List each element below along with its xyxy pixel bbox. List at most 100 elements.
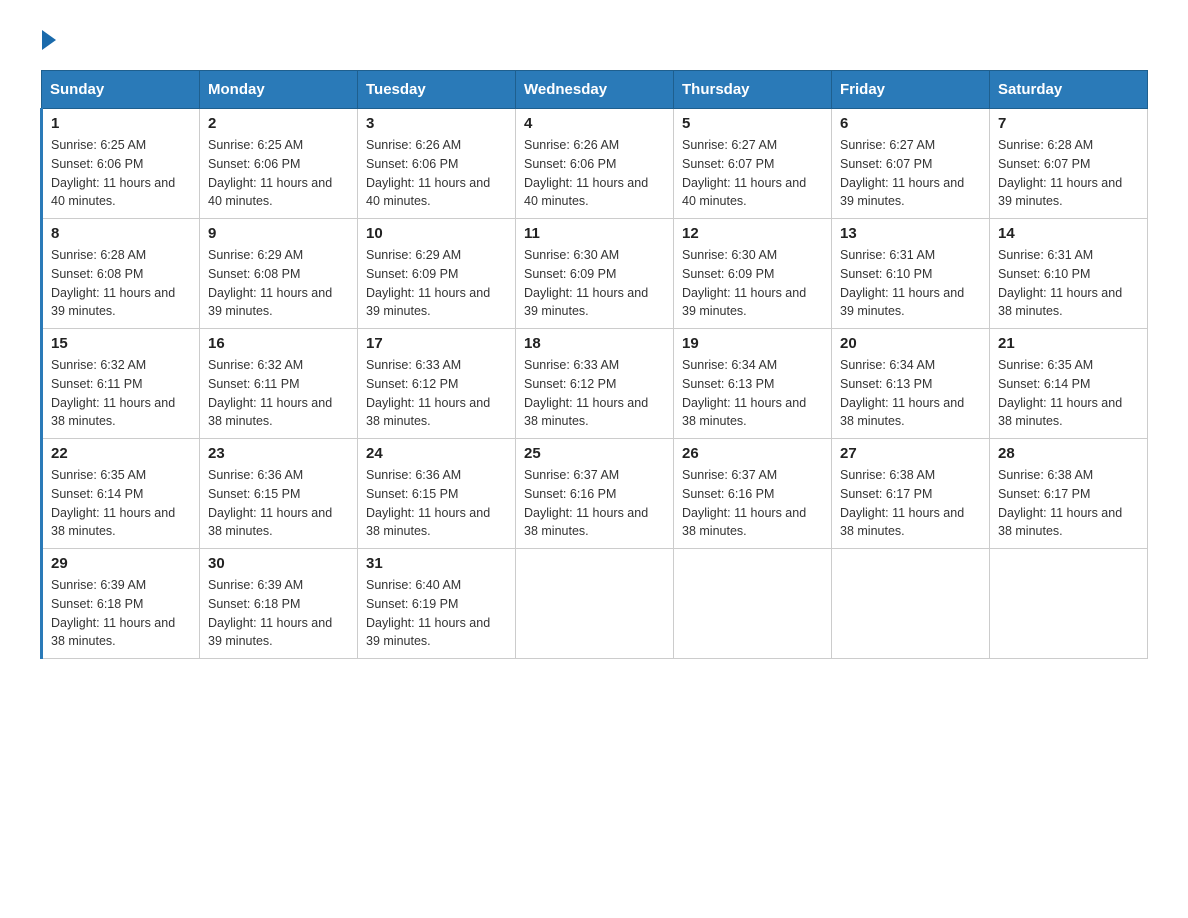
calendar-cell: 18 Sunrise: 6:33 AMSunset: 6:12 PMDayligh… [516,329,674,439]
day-number: 9 [208,225,349,242]
day-number: 13 [840,225,981,242]
weekday-header-wednesday: Wednesday [516,71,674,109]
calendar-cell: 28 Sunrise: 6:38 AMSunset: 6:17 PMDayligh… [990,439,1148,549]
calendar-cell: 12 Sunrise: 6:30 AMSunset: 6:09 PMDayligh… [674,219,832,329]
day-info: Sunrise: 6:39 AMSunset: 6:18 PMDaylight:… [51,576,191,651]
day-number: 8 [51,225,191,242]
day-number: 22 [51,445,191,462]
day-info: Sunrise: 6:26 AMSunset: 6:06 PMDaylight:… [366,136,507,211]
day-number: 5 [682,115,823,132]
calendar-week-row: 22 Sunrise: 6:35 AMSunset: 6:14 PMDayligh… [42,439,1148,549]
calendar-cell: 10Sunrise: 6:29 AMSunset: 6:09 PMDayligh… [358,219,516,329]
day-info: Sunrise: 6:38 AMSunset: 6:17 PMDaylight:… [840,466,981,541]
day-info: Sunrise: 6:25 AMSunset: 6:06 PMDaylight:… [208,136,349,211]
day-number: 24 [366,445,507,462]
day-info: Sunrise: 6:27 AMSunset: 6:07 PMDaylight:… [682,136,823,211]
day-number: 25 [524,445,665,462]
day-number: 7 [998,115,1139,132]
day-number: 20 [840,335,981,352]
day-number: 18 [524,335,665,352]
day-number: 23 [208,445,349,462]
day-number: 29 [51,555,191,572]
calendar-cell: 17 Sunrise: 6:33 AMSunset: 6:12 PMDayligh… [358,329,516,439]
weekday-header-row: SundayMondayTuesdayWednesdayThursdayFrid… [42,71,1148,109]
day-info: Sunrise: 6:38 AMSunset: 6:17 PMDaylight:… [998,466,1139,541]
weekday-header-sunday: Sunday [42,71,200,109]
calendar-cell: 27 Sunrise: 6:38 AMSunset: 6:17 PMDayligh… [832,439,990,549]
calendar-cell: 14 Sunrise: 6:31 AMSunset: 6:10 PMDayligh… [990,219,1148,329]
day-number: 12 [682,225,823,242]
calendar-cell: 24 Sunrise: 6:36 AMSunset: 6:15 PMDayligh… [358,439,516,549]
day-info: Sunrise: 6:25 AMSunset: 6:06 PMDaylight:… [51,136,191,211]
weekday-header-tuesday: Tuesday [358,71,516,109]
day-info: Sunrise: 6:37 AMSunset: 6:16 PMDaylight:… [524,466,665,541]
calendar-cell: 25 Sunrise: 6:37 AMSunset: 6:16 PMDayligh… [516,439,674,549]
day-info: Sunrise: 6:29 AMSunset: 6:09 PMDaylight:… [366,246,507,321]
calendar-cell: 13 Sunrise: 6:31 AMSunset: 6:10 PMDayligh… [832,219,990,329]
day-info: Sunrise: 6:31 AMSunset: 6:10 PMDaylight:… [998,246,1139,321]
day-info: Sunrise: 6:36 AMSunset: 6:15 PMDaylight:… [208,466,349,541]
calendar-cell: 7Sunrise: 6:28 AMSunset: 6:07 PMDaylight… [990,109,1148,219]
day-number: 6 [840,115,981,132]
calendar-week-row: 15 Sunrise: 6:32 AMSunset: 6:11 PMDayligh… [42,329,1148,439]
calendar-table: SundayMondayTuesdayWednesdayThursdayFrid… [40,70,1148,659]
day-info: Sunrise: 6:28 AMSunset: 6:08 PMDaylight:… [51,246,191,321]
day-info: Sunrise: 6:31 AMSunset: 6:10 PMDaylight:… [840,246,981,321]
day-number: 19 [682,335,823,352]
calendar-cell: 9Sunrise: 6:29 AMSunset: 6:08 PMDaylight… [200,219,358,329]
day-info: Sunrise: 6:30 AMSunset: 6:09 PMDaylight:… [524,246,665,321]
day-info: Sunrise: 6:35 AMSunset: 6:14 PMDaylight:… [51,466,191,541]
calendar-cell: 5 Sunrise: 6:27 AMSunset: 6:07 PMDaylight… [674,109,832,219]
day-number: 27 [840,445,981,462]
day-number: 21 [998,335,1139,352]
calendar-cell [990,549,1148,659]
logo [40,30,58,50]
day-info: Sunrise: 6:32 AMSunset: 6:11 PMDaylight:… [51,356,191,431]
weekday-header-saturday: Saturday [990,71,1148,109]
calendar-cell: 21 Sunrise: 6:35 AMSunset: 6:14 PMDayligh… [990,329,1148,439]
day-number: 3 [366,115,507,132]
calendar-cell: 6 Sunrise: 6:27 AMSunset: 6:07 PMDaylight… [832,109,990,219]
calendar-week-row: 1 Sunrise: 6:25 AMSunset: 6:06 PMDaylight… [42,109,1148,219]
weekday-header-monday: Monday [200,71,358,109]
calendar-cell: 4 Sunrise: 6:26 AMSunset: 6:06 PMDaylight… [516,109,674,219]
day-info: Sunrise: 6:30 AMSunset: 6:09 PMDaylight:… [682,246,823,321]
day-info: Sunrise: 6:33 AMSunset: 6:12 PMDaylight:… [366,356,507,431]
day-info: Sunrise: 6:34 AMSunset: 6:13 PMDaylight:… [840,356,981,431]
logo-triangle-icon [42,30,56,50]
weekday-header-friday: Friday [832,71,990,109]
day-number: 2 [208,115,349,132]
day-info: Sunrise: 6:33 AMSunset: 6:12 PMDaylight:… [524,356,665,431]
calendar-cell: 20 Sunrise: 6:34 AMSunset: 6:13 PMDayligh… [832,329,990,439]
calendar-cell: 31 Sunrise: 6:40 AMSunset: 6:19 PMDayligh… [358,549,516,659]
day-number: 14 [998,225,1139,242]
calendar-cell: 8 Sunrise: 6:28 AMSunset: 6:08 PMDaylight… [42,219,200,329]
day-number: 17 [366,335,507,352]
calendar-cell: 16Sunrise: 6:32 AMSunset: 6:11 PMDayligh… [200,329,358,439]
day-number: 15 [51,335,191,352]
calendar-cell [516,549,674,659]
day-number: 4 [524,115,665,132]
calendar-cell: 11 Sunrise: 6:30 AMSunset: 6:09 PMDayligh… [516,219,674,329]
calendar-cell [832,549,990,659]
day-info: Sunrise: 6:27 AMSunset: 6:07 PMDaylight:… [840,136,981,211]
calendar-cell: 30Sunrise: 6:39 AMSunset: 6:18 PMDayligh… [200,549,358,659]
calendar-cell: 2 Sunrise: 6:25 AMSunset: 6:06 PMDaylight… [200,109,358,219]
day-info: Sunrise: 6:32 AMSunset: 6:11 PMDaylight:… [208,356,349,431]
day-number: 31 [366,555,507,572]
day-info: Sunrise: 6:40 AMSunset: 6:19 PMDaylight:… [366,576,507,651]
day-info: Sunrise: 6:36 AMSunset: 6:15 PMDaylight:… [366,466,507,541]
day-info: Sunrise: 6:35 AMSunset: 6:14 PMDaylight:… [998,356,1139,431]
calendar-cell: 15 Sunrise: 6:32 AMSunset: 6:11 PMDayligh… [42,329,200,439]
day-number: 26 [682,445,823,462]
page-header [40,30,1148,50]
day-info: Sunrise: 6:26 AMSunset: 6:06 PMDaylight:… [524,136,665,211]
calendar-cell [674,549,832,659]
weekday-header-thursday: Thursday [674,71,832,109]
day-number: 28 [998,445,1139,462]
calendar-cell: 19Sunrise: 6:34 AMSunset: 6:13 PMDayligh… [674,329,832,439]
day-number: 1 [51,115,191,132]
day-info: Sunrise: 6:37 AMSunset: 6:16 PMDaylight:… [682,466,823,541]
calendar-cell: 22 Sunrise: 6:35 AMSunset: 6:14 PMDayligh… [42,439,200,549]
day-number: 11 [524,225,665,242]
